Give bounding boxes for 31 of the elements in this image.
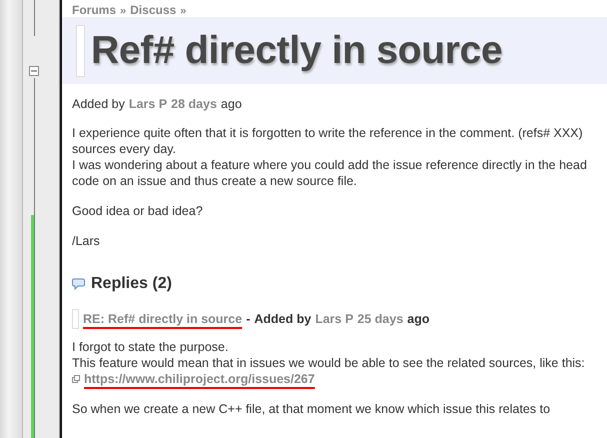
meta-text: Added by [72,97,125,111]
issue-link[interactable]: https://www.chiliproject.org/issues/267 [84,371,315,387]
breadcrumb-separator: » [120,5,126,17]
author-link[interactable]: Lars P [128,97,168,111]
body-text: /Lars [72,233,101,249]
title-marker [76,24,85,76]
collapse-icon[interactable] [29,66,39,76]
age-link[interactable]: 25 days [357,312,404,326]
breadcrumb-link[interactable]: Discuss [130,3,176,17]
reply-separator: - [246,312,250,326]
meta-text: ago [220,97,242,111]
reply-subject-link[interactable]: RE: Ref# directly in source [83,312,242,326]
breadcrumb-link[interactable]: Forums [72,3,116,17]
reply-meta-text: ago [407,312,430,326]
body-text: code on an issue and thus create a new source file. [72,173,358,189]
reply-text: So when we create a new C++ file, at that moment we know which issue this relates to [72,401,552,417]
body-text: Good idea or bad idea? [72,203,204,219]
topic-title: Ref# directly in source [91,28,502,72]
replies-heading: Replies (2) [91,275,172,293]
reply-text: I forgot to state the purpose. [72,339,230,355]
age-link[interactable]: 28 days [171,97,217,111]
breadcrumb-separator: » [180,5,186,17]
reply-marker [72,309,79,329]
reply-meta-text: Added by [254,312,312,326]
speech-bubble-icon [72,278,85,290]
reply-text: This feature would mean that in issues we would be able to see the related sources, like this: [72,355,586,371]
body-text: sources every day. [72,141,177,157]
external-link-icon [72,375,80,383]
author-link[interactable]: Lars P [315,312,354,326]
body-text: I experience quite often that it is forgotten to write the reference in the comment. (refs# XXX) [72,125,584,141]
body-text: I was wondering about a feature where you could add the issue reference directly in the head [72,157,588,173]
